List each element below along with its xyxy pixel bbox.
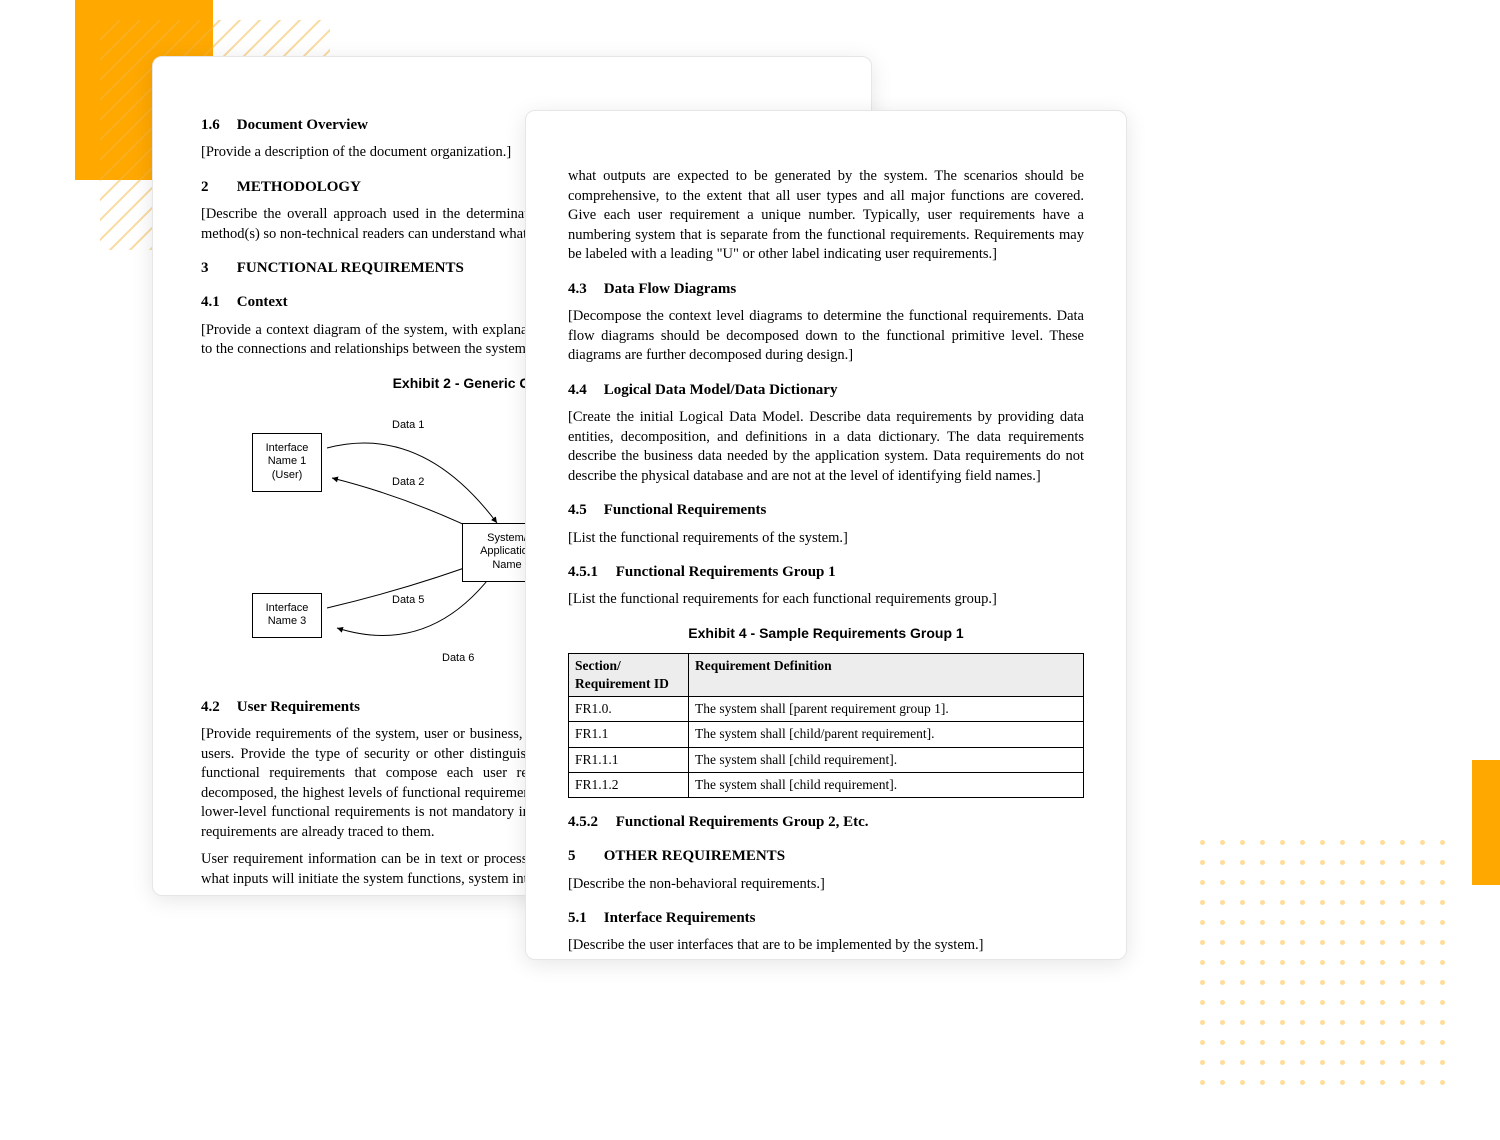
exhibit-4-title: Exhibit 4 - Sample Requirements Group 1 bbox=[568, 624, 1084, 643]
heading-number: 1.6 bbox=[201, 115, 233, 135]
th-line2: Requirement ID bbox=[575, 676, 669, 691]
body-continued: what outputs are expected to be generate… bbox=[568, 167, 1084, 265]
body-4-5: [List the functional requirements of the… bbox=[568, 529, 1084, 549]
diagram-node-1: Interface Name 1 (User) bbox=[252, 433, 322, 492]
cell-req-def: The system shall [child requirement]. bbox=[689, 772, 1084, 797]
cell-req-def: The system shall [child requirement]. bbox=[689, 747, 1084, 772]
heading-4-4: 4.4 Logical Data Model/Data Dictionary bbox=[568, 380, 1084, 400]
diagram-text: Interface bbox=[266, 442, 309, 454]
heading-number: 4.1 bbox=[201, 292, 233, 312]
heading-text: METHODOLOGY bbox=[237, 179, 361, 195]
decorative-bar-br bbox=[1472, 760, 1500, 885]
heading-text: Logical Data Model/Data Dictionary bbox=[604, 382, 838, 398]
heading-4-5-1: 4.5.1 Functional Requirements Group 1 bbox=[568, 562, 1084, 582]
th-line1: Section/ bbox=[575, 658, 621, 673]
body-4-4: [Create the initial Logical Data Model. … bbox=[568, 408, 1084, 486]
cell-req-id: FR1.1.2 bbox=[569, 772, 689, 797]
heading-number: 4.5.2 bbox=[568, 812, 612, 832]
diagram-node-3: Interface Name 3 bbox=[252, 593, 322, 639]
heading-number: 5.1 bbox=[568, 908, 600, 928]
heading-number: 4.5 bbox=[568, 500, 600, 520]
diagram-text: System/ bbox=[487, 532, 527, 544]
heading-5: 5 OTHER REQUIREMENTS bbox=[568, 846, 1084, 866]
diagram-text: (User) bbox=[272, 469, 303, 481]
document-page-front: what outputs are expected to be generate… bbox=[525, 110, 1127, 960]
cell-req-def: The system shall [parent requirement gro… bbox=[689, 697, 1084, 722]
heading-text: Functional Requirements Group 1 bbox=[616, 564, 836, 580]
heading-number: 2 bbox=[201, 177, 233, 197]
body-5: [Describe the non-behavioral requirement… bbox=[568, 875, 1084, 895]
body-4-5-1: [List the functional requirements for ea… bbox=[568, 590, 1084, 610]
table-row: FR1.0.The system shall [parent requireme… bbox=[569, 697, 1084, 722]
diagram-text: Name 3 bbox=[268, 615, 307, 627]
heading-text: Functional Requirements Group 2, Etc. bbox=[616, 814, 869, 830]
heading-4-5-2: 4.5.2 Functional Requirements Group 2, E… bbox=[568, 812, 1084, 832]
cell-req-id: FR1.1 bbox=[569, 722, 689, 747]
heading-text: User Requirements bbox=[237, 699, 360, 715]
cell-req-id: FR1.0. bbox=[569, 697, 689, 722]
diagram-label: Data 5 bbox=[392, 593, 424, 608]
heading-number: 4.2 bbox=[201, 697, 233, 717]
heading-4-5: 4.5 Functional Requirements bbox=[568, 500, 1084, 520]
heading-text: OTHER REQUIREMENTS bbox=[604, 848, 785, 864]
heading-number: 3 bbox=[201, 258, 233, 278]
heading-text: Interface Requirements bbox=[604, 910, 756, 926]
diagram-text: Name bbox=[492, 559, 521, 571]
diagram-text: Interface bbox=[266, 602, 309, 614]
heading-text: Data Flow Diagrams bbox=[604, 281, 736, 297]
heading-text: Functional Requirements bbox=[604, 502, 767, 518]
heading-number: 4.3 bbox=[568, 279, 600, 299]
heading-text: FUNCTIONAL REQUIREMENTS bbox=[237, 260, 464, 276]
requirements-table: Section/ Requirement ID Requirement Defi… bbox=[568, 653, 1084, 798]
table-row: FR1.1.2The system shall [child requireme… bbox=[569, 772, 1084, 797]
body-4-3: [Decompose the context level diagrams to… bbox=[568, 307, 1084, 366]
table-header-definition: Requirement Definition bbox=[689, 653, 1084, 696]
heading-number: 4.5.1 bbox=[568, 562, 612, 582]
table-row: FR1.1The system shall [child/parent requ… bbox=[569, 722, 1084, 747]
table-row: FR1.1.1The system shall [child requireme… bbox=[569, 747, 1084, 772]
heading-number: 5 bbox=[568, 846, 600, 866]
diagram-text: Name 1 bbox=[268, 455, 307, 467]
diagram-label: Data 6 bbox=[442, 651, 474, 666]
table-header-section-id: Section/ Requirement ID bbox=[569, 653, 689, 696]
diagram-label: Data 2 bbox=[392, 475, 424, 490]
decorative-dots-br bbox=[1200, 840, 1460, 1100]
diagram-label: Data 1 bbox=[392, 418, 424, 433]
heading-number: 4.4 bbox=[568, 380, 600, 400]
heading-4-3: 4.3 Data Flow Diagrams bbox=[568, 279, 1084, 299]
heading-text: Document Overview bbox=[237, 117, 368, 133]
heading-text: Context bbox=[237, 294, 288, 310]
heading-5-1: 5.1 Interface Requirements bbox=[568, 908, 1084, 928]
body-5-1: [Describe the user interfaces that are t… bbox=[568, 936, 1084, 956]
cell-req-def: The system shall [child/parent requireme… bbox=[689, 722, 1084, 747]
cell-req-id: FR1.1.1 bbox=[569, 747, 689, 772]
